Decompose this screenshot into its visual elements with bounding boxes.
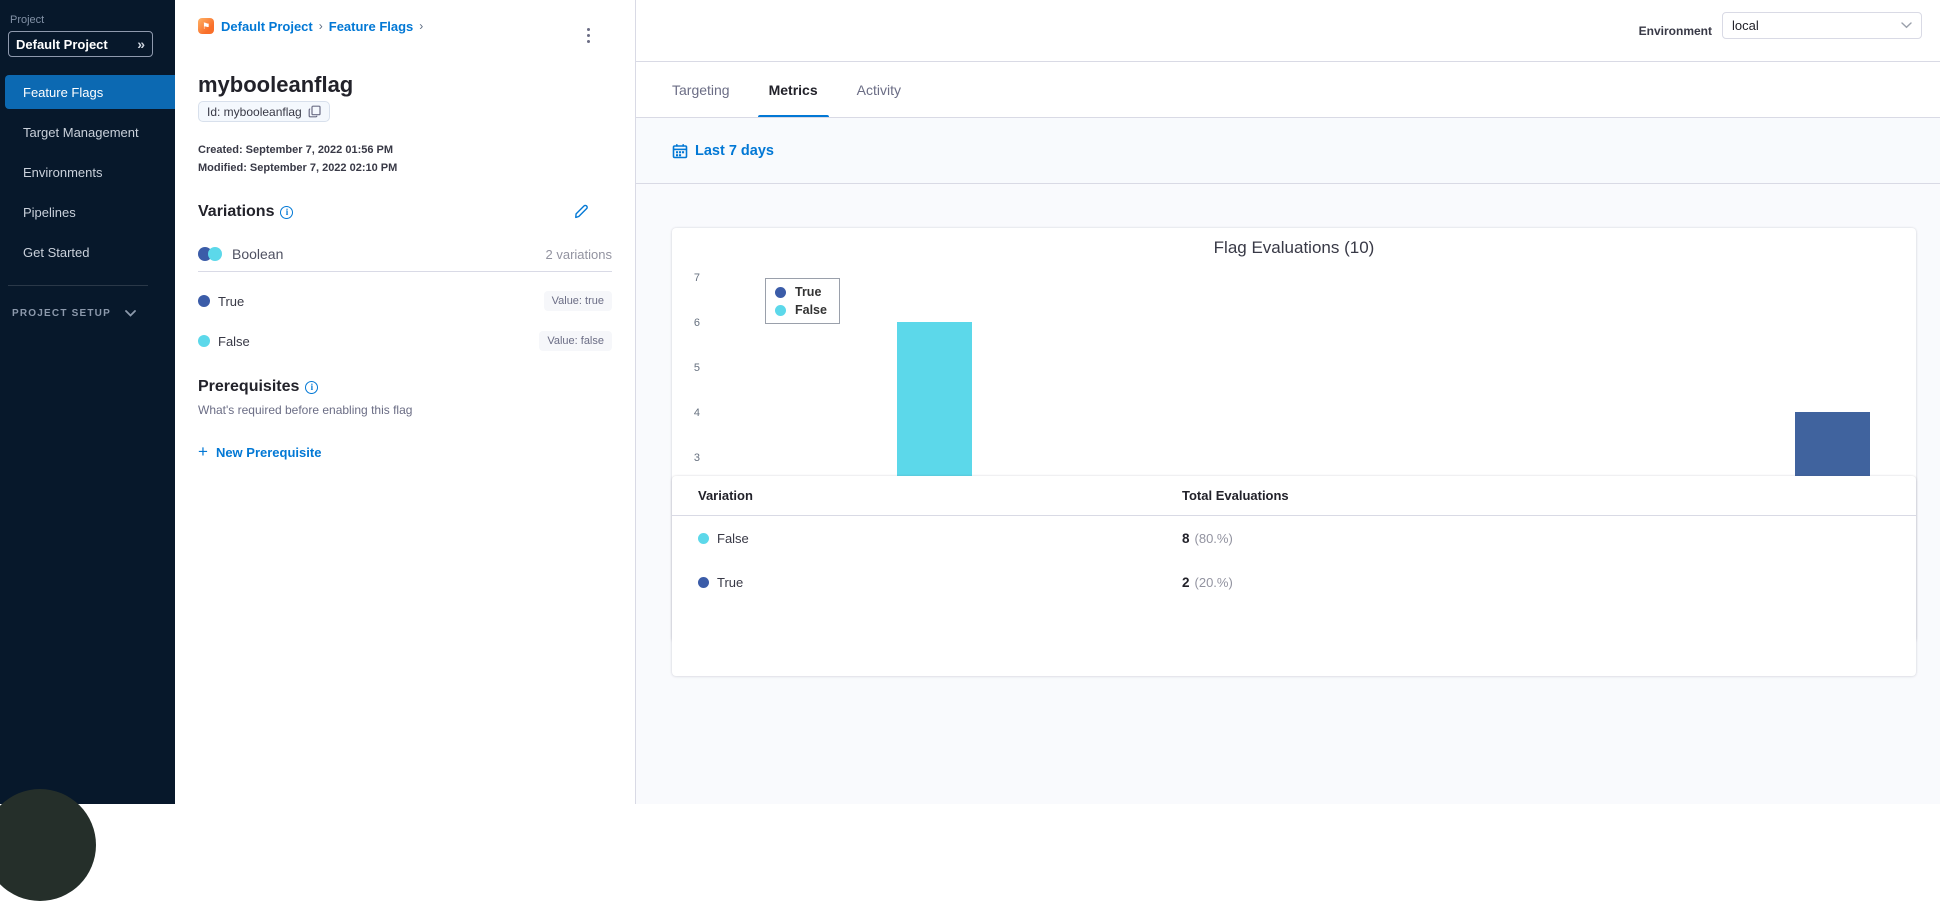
false-variation-dot — [698, 532, 709, 544]
chevron-down-icon — [1901, 22, 1912, 29]
y-axis-tick: 7 — [693, 272, 700, 284]
table-cell-percent: (20.%) — [1194, 574, 1233, 590]
flag-id-label: Id: mybooleanflag — [207, 104, 302, 119]
breadcrumb: ⚑ Default Project › Feature Flags › — [198, 18, 429, 34]
copy-icon[interactable] — [308, 105, 321, 118]
sidebar-nav: Feature Flags Target Management Environm… — [0, 72, 175, 272]
variation-row-false: False Value: false — [198, 331, 612, 351]
tab-activity[interactable]: Activity — [846, 62, 912, 117]
project-label: Project — [10, 14, 45, 26]
table-cell-count: 2 — [1182, 574, 1190, 590]
environment-bar: Environment local — [636, 0, 1940, 62]
true-variation-dot — [698, 576, 709, 588]
flag-id-pill[interactable]: Id: mybooleanflag — [198, 101, 330, 122]
project-setup-label: PROJECT SETUP — [12, 308, 111, 319]
flag-modified: Modified: September 7, 2022 02:10 PM — [198, 162, 398, 174]
info-icon[interactable]: i — [280, 205, 294, 219]
legend-entry-false[interactable]: False — [775, 301, 827, 319]
evaluations-table-card: Variation Total Evaluations False 8 (80.… — [672, 476, 1916, 676]
table-header-total-evaluations: Total Evaluations — [1182, 488, 1289, 503]
legend-entry-true[interactable]: True — [775, 283, 827, 301]
feature-flags-logo-icon: ⚑ — [198, 18, 214, 34]
variation-name: True — [218, 293, 245, 309]
table-cell-count: 8 — [1182, 530, 1190, 546]
table-cell-variation: True — [717, 574, 744, 590]
variations-title: Variations — [198, 203, 275, 220]
double-chevron-icon: » — [137, 36, 145, 52]
sidebar-item-environments[interactable]: Environments — [0, 152, 175, 192]
true-variation-dot — [198, 295, 210, 307]
sidebar-divider — [8, 285, 148, 286]
environment-value: local — [1732, 18, 1759, 33]
breadcrumb-separator: › — [318, 19, 323, 33]
sidebar-item-target-management[interactable]: Target Management — [0, 112, 175, 152]
variations-header: Variations i — [198, 203, 294, 221]
false-legend-dot — [775, 304, 786, 316]
false-variation-dot — [198, 335, 210, 347]
table-row[interactable]: False 8 (80.%) — [672, 516, 1916, 560]
flag-timestamps: Created: September 7, 2022 01:56 PM Modi… — [198, 141, 397, 177]
new-prerequisite-label: New Prerequisite — [215, 444, 322, 460]
help-beacon[interactable] — [0, 789, 96, 901]
variation-row-true: True Value: true — [198, 291, 612, 311]
legend-label: False — [795, 303, 827, 317]
filter-bar: Last 7 days — [636, 118, 1940, 184]
table-header-variation: Variation — [698, 488, 753, 503]
date-range-button[interactable]: Last 7 days — [672, 143, 774, 159]
edit-variations-icon[interactable] — [573, 203, 590, 220]
chart-title: Flag Evaluations (10) — [1213, 238, 1375, 257]
prerequisites-subtitle: What's required before enabling this fla… — [198, 403, 413, 417]
variation-count: 2 variations — [545, 246, 612, 262]
sidebar-item-pipelines[interactable]: Pipelines — [0, 192, 175, 232]
breadcrumb-separator: › — [419, 19, 424, 33]
project-setup-toggle[interactable]: PROJECT SETUP — [12, 308, 162, 319]
breadcrumb-section-link[interactable]: Feature Flags — [329, 19, 414, 34]
flag-created: Created: September 7, 2022 01:56 PM — [198, 144, 394, 156]
breadcrumb-project-link[interactable]: Default Project — [221, 19, 313, 34]
tab-metrics[interactable]: Metrics — [757, 62, 829, 117]
chart-legend: True False — [765, 278, 840, 324]
table-header-row: Variation Total Evaluations — [672, 476, 1916, 516]
flag-name: mybooleanflag — [198, 72, 354, 97]
table-row[interactable]: True 2 (20.%) — [672, 560, 1916, 604]
environment-select[interactable]: local — [1722, 12, 1922, 39]
metrics-panel: Environment local Targeting Metrics Acti… — [636, 0, 1940, 804]
variation-name: False — [218, 333, 250, 349]
y-axis-tick: 4 — [693, 407, 700, 419]
sidebar: Project Default Project » Feature Flags … — [0, 0, 175, 901]
variation-value-badge: Value: true — [543, 291, 612, 311]
table-cell-variation: False — [717, 530, 749, 546]
y-axis-tick: 5 — [693, 362, 700, 374]
table-cell-percent: (80.%) — [1194, 530, 1233, 546]
prerequisites-header: Prerequisites i — [198, 378, 319, 396]
variation-value-badge: Value: false — [539, 331, 612, 351]
divider — [198, 271, 612, 272]
sidebar-item-get-started[interactable]: Get Started — [0, 232, 175, 272]
calendar-icon — [672, 143, 688, 158]
tab-targeting[interactable]: Targeting — [661, 62, 741, 117]
plus-icon: + — [198, 442, 208, 461]
boolean-toggle-icon — [198, 247, 224, 261]
project-selector[interactable]: Default Project » — [8, 31, 153, 57]
sidebar-item-feature-flags[interactable]: Feature Flags — [5, 75, 175, 109]
tab-bar: Targeting Metrics Activity — [636, 62, 1940, 118]
new-prerequisite-button[interactable]: + New Prerequisite — [198, 442, 321, 462]
flag-options-menu-button[interactable] — [584, 25, 593, 46]
y-axis-tick: 6 — [693, 317, 700, 329]
date-range-label: Last 7 days — [695, 142, 774, 159]
variation-type-label: Boolean — [232, 246, 284, 262]
chevron-down-icon — [125, 310, 136, 317]
flag-details-panel: ⚑ Default Project › Feature Flags › mybo… — [175, 0, 636, 804]
project-selector-value: Default Project — [16, 36, 108, 52]
true-legend-dot — [775, 286, 786, 298]
y-axis-tick: 3 — [693, 452, 700, 464]
environment-label: Environment — [1638, 23, 1712, 38]
info-icon[interactable]: i — [305, 380, 319, 394]
prerequisites-title: Prerequisites — [198, 378, 300, 395]
variation-type-row: Boolean 2 variations — [198, 246, 612, 262]
legend-label: True — [795, 285, 822, 299]
